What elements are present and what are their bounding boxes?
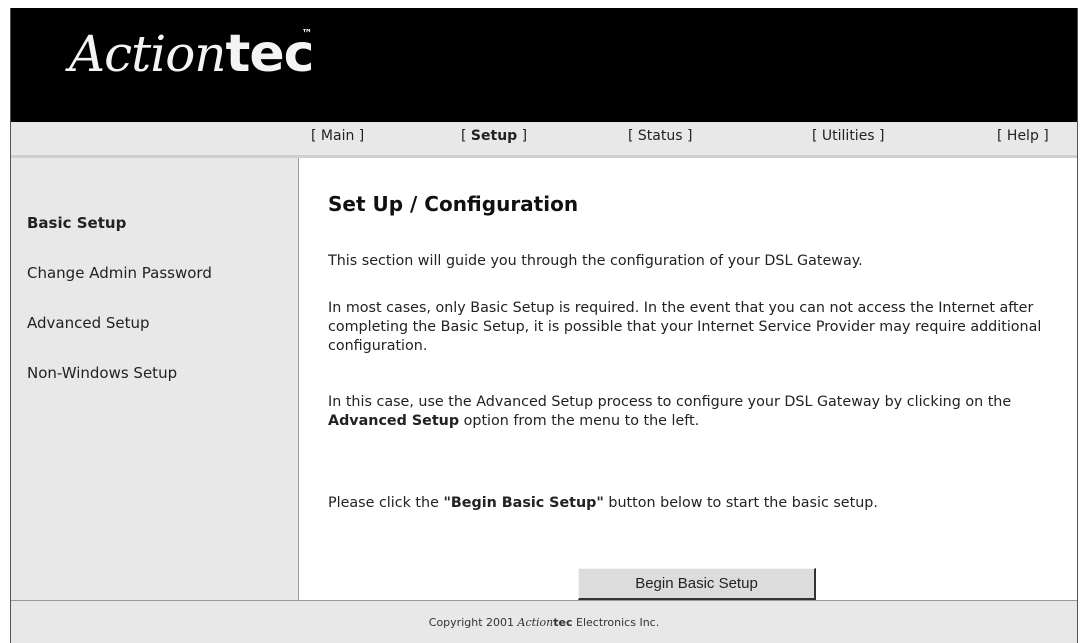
page-frame: Actiontec™ [ Main ] [ Setup ] [ Status ]… — [10, 8, 1078, 643]
nav-utilities[interactable]: [ Utilities ] — [812, 128, 885, 144]
para3-text-c: option from the menu to the left. — [459, 413, 700, 429]
logo-script-part: Action — [69, 25, 226, 83]
page-title: Set Up / Configuration — [328, 192, 579, 216]
begin-basic-setup-emphasis: "Begin Basic Setup" — [443, 495, 604, 511]
header-banner: Actiontec™ — [11, 8, 1077, 122]
para3-text-a: In this case, use the Advanced Setup pro… — [328, 394, 1012, 410]
copyright-prefix: Copyright 2001 — [428, 616, 518, 629]
advanced-setup-emphasis: Advanced Setup — [328, 413, 460, 429]
para4-text-a: Please click the — [328, 495, 444, 511]
top-nav: [ Main ] [ Setup ] [ Status ] [ Utilitie… — [11, 122, 1077, 158]
nav-setup-close: ] — [517, 128, 528, 144]
logo-trademark: ™ — [301, 27, 313, 40]
nav-status[interactable]: [ Status ] — [628, 128, 692, 144]
sidebar-item-advanced-setup[interactable]: Advanced Setup — [27, 314, 150, 332]
nav-help[interactable]: [ Help ] — [997, 128, 1049, 144]
begin-basic-setup-button[interactable]: Begin Basic Setup — [578, 568, 816, 600]
sidebar-item-basic-setup[interactable]: Basic Setup — [27, 214, 126, 232]
nav-setup-label: Setup — [470, 128, 518, 144]
begin-instruction-paragraph: Please click the "Begin Basic Setup" but… — [328, 494, 1073, 513]
main-content: Set Up / Configuration This section will… — [299, 158, 1077, 600]
advanced-setup-paragraph: In this case, use the Advanced Setup pro… — [328, 393, 1073, 431]
nav-setup[interactable]: [ Setup ] — [461, 128, 527, 144]
copyright-text: Copyright 2001 Actiontec Electronics Inc… — [11, 616, 1077, 629]
footer: Copyright 2001 Actiontec Electronics Inc… — [11, 600, 1077, 643]
actiontec-logo: Actiontec™ — [69, 24, 324, 84]
nav-setup-open: [ — [461, 128, 471, 144]
sidebar: Basic Setup Change Admin Password Advanc… — [11, 158, 299, 600]
intro-paragraph: This section will guide you through the … — [328, 253, 863, 269]
nav-main[interactable]: [ Main ] — [311, 128, 364, 144]
copyright-suffix: Electronics Inc. — [572, 616, 660, 629]
footer-brand-bold: tec — [553, 616, 573, 629]
sidebar-item-non-windows-setup[interactable]: Non-Windows Setup — [27, 364, 177, 382]
sidebar-item-change-admin-password[interactable]: Change Admin Password — [27, 264, 212, 282]
footer-brand-script: Action — [517, 616, 554, 629]
para4-text-c: button below to start the basic setup. — [603, 495, 878, 511]
basic-setup-paragraph: In most cases, only Basic Setup is requi… — [328, 300, 1042, 354]
